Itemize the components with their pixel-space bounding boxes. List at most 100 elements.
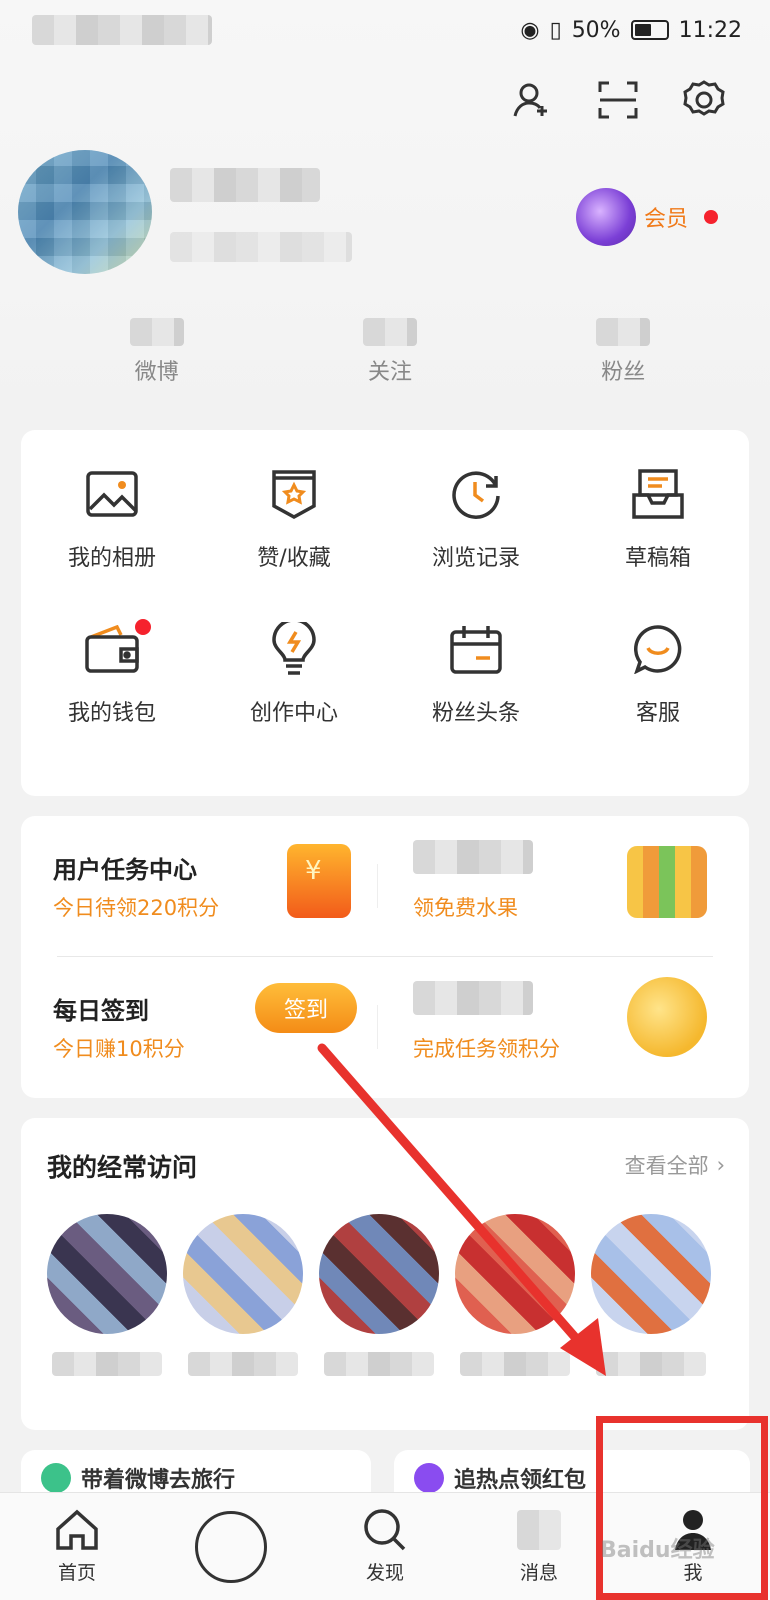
nav-label: 消息	[519, 1562, 558, 1584]
photo-album-icon	[84, 466, 140, 522]
grid-item-label: 我的钱包	[67, 701, 156, 726]
grid-item-history[interactable]: 浏览记录	[385, 466, 567, 621]
avatar	[47, 1214, 167, 1334]
add-friend-icon[interactable]	[510, 78, 554, 122]
feature-grid-card: 我的相册 赞/收藏 浏览记录 草稿箱 我的钱包 创作中心 粉丝头条 客服	[21, 430, 749, 796]
grid-item-album[interactable]: 我的相册	[21, 466, 203, 621]
frequent-visit-item[interactable]	[47, 1214, 167, 1376]
favorite-icon	[266, 466, 322, 522]
nav-label: 首页	[57, 1562, 96, 1584]
vip-badge-icon	[575, 188, 636, 246]
username-blurred[interactable]	[170, 168, 320, 202]
task-card: 用户任务中心 今日待领220积分 领免费水果 每日签到 今日赚10积分 签到 完…	[21, 816, 749, 1098]
gold-coin-icon[interactable]	[627, 977, 707, 1057]
status-icons: ◉ ▯ 50% 11:22	[520, 18, 742, 43]
frequent-visit-item[interactable]	[319, 1214, 439, 1376]
profile-icon	[671, 1508, 715, 1552]
grid-item-label: 草稿箱	[624, 546, 691, 571]
grid-item-creator[interactable]: 创作中心	[203, 621, 385, 776]
frequent-visit-item[interactable]	[591, 1214, 711, 1376]
avatar	[591, 1214, 711, 1334]
stat-count-blurred	[129, 318, 184, 346]
grid-item-label: 客服	[635, 701, 680, 726]
header-actions	[510, 78, 726, 122]
wallet-icon	[84, 621, 140, 677]
nav-messages[interactable]: 消息	[479, 1508, 599, 1585]
avatar	[455, 1214, 575, 1334]
frequent-visits-title: 我的经常访问	[47, 1153, 198, 1182]
profile-stats: 微博 关注 粉丝	[40, 318, 740, 386]
points-title-blurred[interactable]	[413, 981, 533, 1015]
bio-blurred	[170, 232, 352, 262]
grid-item-wallet[interactable]: 我的钱包	[21, 619, 203, 776]
notification-dot	[135, 619, 151, 635]
vip-label: 会员	[643, 207, 688, 232]
fruit-title-blurred[interactable]	[413, 840, 533, 874]
name-blurred	[52, 1352, 162, 1376]
grid-item-drafts[interactable]: 草稿箱	[567, 466, 749, 621]
task-center-subtitle: 今日待领220积分	[53, 896, 220, 920]
red-packet-icon	[414, 1463, 444, 1493]
stat-count-blurred	[596, 318, 651, 346]
stat-count-blurred	[362, 318, 417, 346]
name-blurred	[188, 1352, 298, 1376]
frequent-visit-item[interactable]	[455, 1214, 575, 1376]
scan-icon[interactable]	[596, 78, 640, 122]
history-icon	[448, 466, 504, 522]
nav-discover[interactable]: 发现	[325, 1508, 445, 1585]
view-all-link[interactable]: 查看全部 ›	[625, 1150, 725, 1180]
fruit-basket-icon[interactable]	[627, 846, 707, 918]
grid-item-label: 创作中心	[249, 701, 338, 726]
grid-item-label: 粉丝头条	[431, 701, 520, 726]
grid-item-label: 赞/收藏	[257, 546, 331, 571]
frequent-visits-card: 我的经常访问 查看全部 ›	[21, 1118, 749, 1430]
divider	[377, 864, 378, 908]
fans-headline-icon	[448, 621, 504, 677]
creator-center-icon	[266, 621, 322, 677]
carrier-info-blurred	[32, 15, 212, 45]
checkin-subtitle: 今日赚10积分	[53, 1037, 185, 1061]
publish-icon	[195, 1510, 267, 1583]
bottom-navigation: 首页 发现 消息 我	[0, 1492, 770, 1600]
task-row: 用户任务中心 今日待领220积分 领免费水果	[21, 816, 749, 956]
vip-entry[interactable]: 会员	[575, 188, 718, 246]
settings-icon[interactable]	[682, 78, 726, 122]
red-packet-card-title: 追热点领红包	[454, 1468, 587, 1493]
battery-percent: 50%	[571, 17, 621, 43]
travel-card-title: 带着微博去旅行	[81, 1468, 236, 1493]
customer-service-icon	[630, 621, 686, 677]
eye-icon: ◉	[520, 17, 540, 43]
nav-label: 我	[683, 1562, 703, 1584]
draft-box-icon	[630, 466, 686, 522]
discover-icon	[363, 1508, 407, 1552]
coin-bag-icon[interactable]	[287, 844, 351, 918]
frequent-visit-item[interactable]	[183, 1214, 303, 1376]
stat-weibo[interactable]: 微博	[77, 318, 237, 386]
nav-home[interactable]: 首页	[17, 1508, 137, 1585]
grid-item-customer-service[interactable]: 客服	[567, 621, 749, 776]
stat-label: 关注	[367, 360, 412, 385]
task-center-title[interactable]: 用户任务中心	[53, 850, 197, 885]
grid-item-favorites[interactable]: 赞/收藏	[203, 466, 385, 621]
nav-profile[interactable]: 我	[633, 1508, 753, 1585]
view-all-label: 查看全部	[624, 1154, 709, 1178]
checkin-button[interactable]: 签到	[255, 983, 357, 1033]
clock: 11:22	[678, 17, 742, 43]
notification-dot	[704, 210, 718, 224]
avatar[interactable]	[18, 150, 152, 274]
name-blurred	[460, 1352, 570, 1376]
grid-item-label: 浏览记录	[431, 546, 520, 571]
grid-item-fans-headline[interactable]: 粉丝头条	[385, 621, 567, 776]
avatar	[319, 1214, 439, 1334]
stat-fans[interactable]: 粉丝	[543, 318, 703, 386]
travel-icon	[41, 1463, 71, 1493]
name-blurred	[324, 1352, 434, 1376]
nav-publish[interactable]	[171, 1510, 291, 1583]
chevron-right-icon: ›	[716, 1153, 725, 1177]
battery-icon	[630, 20, 669, 40]
stat-following[interactable]: 关注	[310, 318, 470, 386]
fruit-subtitle: 领免费水果	[413, 896, 518, 920]
home-icon	[55, 1508, 99, 1552]
checkin-title[interactable]: 每日签到	[53, 991, 149, 1026]
name-blurred	[596, 1352, 706, 1376]
